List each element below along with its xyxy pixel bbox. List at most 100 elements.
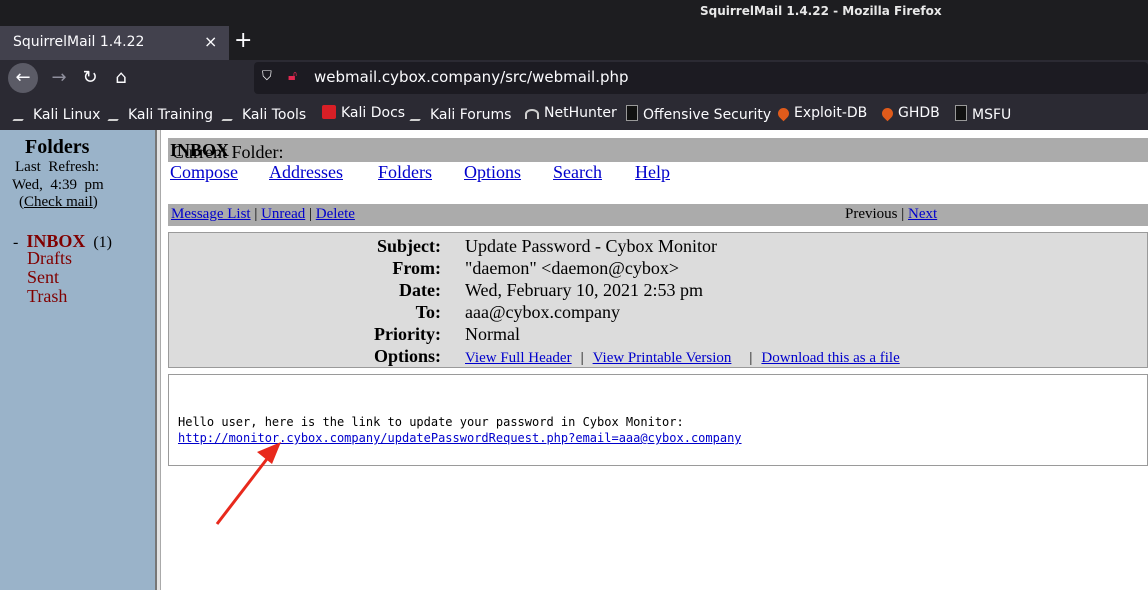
bookmark-ghdb[interactable]: GHDB (879, 105, 940, 122)
folder-sent[interactable]: Sent (27, 267, 59, 288)
header-to-row: To: aaa@cybox.company (169, 302, 1147, 324)
options-label: Options: (373, 346, 441, 366)
check-mail-link[interactable]: Check mail (24, 194, 93, 210)
bookmark-label: MSFU (972, 107, 1012, 123)
bookmark-kali-linux[interactable]: Kali Linux (12, 105, 101, 123)
flame-icon (879, 105, 896, 122)
bookmarks-bar: Kali Linux Kali Training Kali Tools Kali… (0, 96, 1148, 130)
menu-search: Search (553, 162, 602, 183)
tracking-shield-icon[interactable]: ⛉ (262, 69, 272, 84)
bookmark-msfu[interactable]: MSFU (955, 105, 1011, 123)
separator: | (901, 206, 905, 222)
check-mail: (Check mail) (19, 194, 98, 210)
message-nav-bar: Message List | Unread | Delete Previous … (168, 204, 1148, 226)
next-link[interactable]: Next (908, 206, 937, 222)
options-link[interactable]: Options (464, 162, 521, 182)
last-refresh-label: Last Refresh: (15, 159, 100, 175)
red-doc-icon (322, 105, 336, 119)
url-bar[interactable]: ⛉ 🔓︎ webmail.cybox.company/src/webmail.p… (254, 62, 1148, 94)
compose-link[interactable]: Compose (170, 162, 238, 182)
home-button[interactable]: ⌂ (106, 63, 136, 93)
inbox-unread-count: (1) (93, 234, 112, 251)
date-value: Wed, February 10, 2021 2:53 pm (465, 280, 704, 300)
forward-button[interactable]: → (44, 63, 74, 93)
bookmark-label: Kali Linux (33, 107, 101, 123)
bookmark-offensive-security[interactable]: Offensive Security (626, 105, 771, 123)
separator: | (309, 206, 313, 222)
page-content: Folders Last Refresh: Wed, 4:39 pm (Chec… (0, 130, 1148, 590)
bookmark-label: Offensive Security (643, 107, 772, 123)
options-links: View Full Header | View Printable Versio… (465, 346, 900, 367)
bookmark-kali-docs[interactable]: Kali Docs (322, 105, 405, 121)
insecure-lock-icon[interactable]: 🔓︎ (288, 68, 297, 84)
help-link[interactable]: Help (635, 162, 670, 182)
bookmark-kali-tools[interactable]: Kali Tools (221, 105, 306, 123)
previous-label: Previous (845, 206, 898, 222)
kali-dragon-icon (12, 105, 34, 121)
folders-title: Folders (25, 136, 90, 158)
separator: | (254, 206, 258, 222)
update-password-link[interactable]: http://monitor.cybox.company/updatePassw… (178, 431, 742, 445)
from-label: From: (392, 258, 441, 278)
addresses-link[interactable]: Addresses (269, 162, 343, 182)
last-refresh-time: Wed, 4:39 pm (12, 177, 104, 193)
unread-link[interactable]: Unread (261, 206, 305, 222)
menu-options: Options (464, 162, 521, 183)
window-titlebar: SquirrelMail 1.4.22 - Mozilla Firefox (0, 0, 1148, 24)
bookmark-label: Kali Training (128, 107, 213, 123)
folder-trash[interactable]: Trash (27, 286, 67, 307)
arrow-left-icon: ← (15, 67, 31, 88)
delete-link[interactable]: Delete (316, 206, 355, 222)
bookmark-label: Kali Docs (341, 105, 406, 121)
separator: | (580, 350, 584, 366)
folders-pane: Folders Last Refresh: Wed, 4:39 pm (Chec… (0, 130, 157, 590)
body-link-row: http://monitor.cybox.company/updatePassw… (178, 431, 742, 445)
tab-strip: SquirrelMail 1.4.22 × + (0, 24, 1148, 60)
view-full-header-link[interactable]: View Full Header (465, 350, 572, 366)
folder-drafts[interactable]: Drafts (27, 248, 72, 269)
download-file-link[interactable]: Download this as a file (761, 350, 899, 366)
separator: | (749, 350, 753, 366)
back-button[interactable]: ← (8, 63, 38, 93)
search-link[interactable]: Search (553, 162, 602, 182)
menu-folders: Folders (378, 162, 432, 183)
subject-label: Subject: (377, 236, 441, 256)
bookmark-kali-training[interactable]: Kali Training (107, 105, 213, 123)
new-tab-button[interactable]: + (234, 28, 252, 53)
message-headers: Subject: Update Password - Cybox Monitor… (168, 232, 1148, 368)
kali-dragon-icon (409, 105, 431, 121)
current-folder-label: Current Folder: (172, 142, 284, 162)
bookmark-exploit-db[interactable]: Exploit-DB (775, 105, 867, 122)
flame-icon (775, 105, 792, 122)
menu-addresses: Addresses (269, 162, 343, 183)
window-title: SquirrelMail 1.4.22 - Mozilla Firefox (700, 4, 942, 18)
priority-label: Priority: (374, 324, 441, 344)
close-tab-icon[interactable]: × (204, 32, 217, 51)
tab-squirrelmail[interactable]: SquirrelMail 1.4.22 × (0, 26, 229, 60)
bookmark-kali-forums[interactable]: Kali Forums (409, 105, 512, 123)
message-list-link[interactable]: Message List (171, 206, 251, 222)
folders-link[interactable]: Folders (378, 162, 432, 182)
nethunter-icon (525, 109, 539, 119)
menu-help: Help (635, 162, 670, 183)
from-value: "daemon" <daemon@cybox> (465, 258, 680, 278)
current-folder-bar: Current Folder: INBOX (168, 138, 1148, 162)
home-icon: ⌂ (115, 67, 127, 88)
message-body: Hello user, here is the link to update y… (168, 374, 1148, 466)
view-printable-link[interactable]: View Printable Version (593, 350, 732, 366)
kali-dragon-icon (221, 105, 243, 121)
header-options-row: Options: View Full Header | View Printab… (169, 346, 1147, 368)
reload-button[interactable]: ↻ (75, 63, 105, 93)
body-text: Hello user, here is the link to update y… (178, 415, 684, 429)
bookmark-nethunter[interactable]: NetHunter (525, 105, 617, 121)
header-priority-row: Priority: Normal (169, 324, 1147, 346)
url-text[interactable]: webmail.cybox.company/src/webmail.php (314, 68, 629, 86)
tab-label: SquirrelMail 1.4.22 (13, 34, 145, 50)
subject-value: Update Password - Cybox Monitor (465, 236, 717, 256)
header-date-row: Date: Wed, February 10, 2021 2:53 pm (169, 280, 1147, 302)
offsec-icon (955, 105, 967, 121)
frame-divider[interactable] (157, 130, 161, 590)
header-subject-row: Subject: Update Password - Cybox Monitor (169, 236, 1147, 258)
bookmark-label: Kali Forums (430, 107, 512, 123)
priority-value: Normal (465, 324, 520, 344)
